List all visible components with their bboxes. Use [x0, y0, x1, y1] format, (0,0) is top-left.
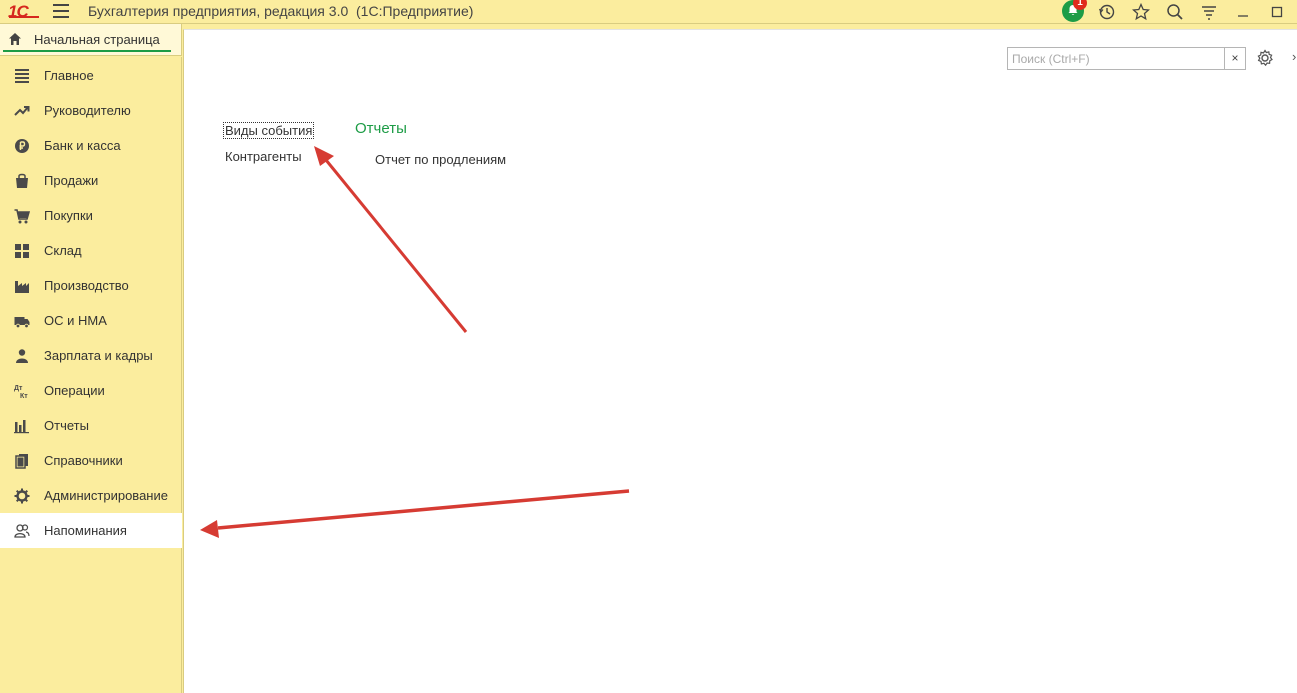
search-icon[interactable] — [1164, 1, 1186, 23]
chevron-right-icon[interactable]: › — [1292, 49, 1296, 64]
sidebar-item-label: Продажи — [44, 173, 99, 188]
sidebar-item-reminders[interactable]: Напоминания — [0, 513, 182, 548]
sidebar-item-label: ОС и НМА — [44, 313, 107, 328]
minimize-icon[interactable] — [1232, 1, 1254, 23]
sidebar-item-warehouse[interactable]: Склад — [0, 233, 182, 268]
sidebar-item-reports[interactable]: Отчеты — [0, 408, 182, 443]
sidebar-item-main[interactable]: Главное — [0, 58, 182, 93]
sidebar-item-operations[interactable]: Дт Кт Операции — [0, 373, 182, 408]
dt-kt-icon: ДтКт — [14, 385, 28, 399]
sidebar-item-sales[interactable]: Продажи — [0, 163, 182, 198]
title-bar: 1С Бухгалтерия предприятия, редакция 3.0… — [0, 0, 1297, 24]
sidebar-item-purchases[interactable]: Покупки — [0, 198, 182, 233]
sidebar-item-label: Покупки — [44, 208, 93, 223]
sidebar-item-production[interactable]: Производство — [0, 268, 182, 303]
sidebar-item-label: Напоминания — [44, 523, 127, 538]
ruble-coin-icon — [15, 139, 29, 153]
warehouse-grid-icon — [15, 244, 29, 258]
svg-text:Кт: Кт — [20, 393, 28, 399]
logo-underline — [9, 16, 39, 18]
sidebar-item-directories[interactable]: Справочники — [0, 443, 182, 478]
sidebar-item-manager[interactable]: Руководителю — [0, 93, 182, 128]
factory-icon — [15, 281, 29, 293]
home-tab-label: Начальная страница — [34, 32, 160, 47]
sidebar-item-label: Банк и касса — [44, 138, 121, 153]
sidebar-item-label: Зарплата и кадры — [44, 348, 153, 363]
trend-icon — [14, 106, 30, 116]
link-event-types[interactable]: Виды события — [222, 122, 315, 139]
sidebar-item-label: Склад — [44, 243, 82, 258]
person-icon — [16, 349, 28, 363]
1c-logo: 1С — [8, 2, 29, 21]
reports-section-title: Отчеты — [355, 120, 407, 137]
books-icon — [15, 454, 28, 469]
link-counterparties[interactable]: Контрагенты — [225, 149, 302, 164]
favorites-star-icon[interactable] — [1130, 1, 1152, 23]
gear-icon — [14, 488, 30, 504]
maximize-icon[interactable] — [1266, 1, 1288, 23]
sidebar-item-label: Руководителю — [44, 103, 131, 118]
sidebar-item-label: Отчеты — [44, 418, 89, 433]
sidebar-item-label: Операции — [44, 383, 105, 398]
settings-gear-icon[interactable] — [1256, 49, 1274, 67]
cart-icon — [14, 209, 30, 224]
menu-lines-icon — [15, 69, 29, 83]
sidebar-item-bank[interactable]: Банк и касса — [0, 128, 182, 163]
history-icon[interactable] — [1096, 1, 1118, 23]
svg-text:Дт: Дт — [14, 385, 23, 392]
sidebar-item-label: Производство — [44, 278, 129, 293]
truck-icon — [14, 317, 30, 329]
people-icon — [14, 524, 30, 538]
app-title: Бухгалтерия предприятия, редакция 3.0 (1… — [88, 3, 474, 19]
link-extensions-report[interactable]: Отчет по продлениям — [375, 152, 506, 167]
sidebar-item-label: Справочники — [44, 453, 123, 468]
home-page-tab[interactable]: Начальная страница — [0, 24, 182, 56]
shopping-bag-icon — [16, 173, 28, 188]
sections-sidebar: Главное Руководителю Банк и касса Продаж… — [0, 57, 182, 693]
main-menu-icon[interactable] — [53, 4, 69, 18]
sidebar-item-administration[interactable]: Администрирование — [0, 478, 182, 513]
sidebar-item-label: Главное — [44, 68, 94, 83]
search-input[interactable] — [1007, 47, 1225, 70]
notification-badge: 1 — [1073, 0, 1087, 10]
home-icon — [9, 33, 21, 45]
bar-chart-icon — [14, 420, 29, 434]
functions-menu-icon[interactable] — [1198, 1, 1220, 23]
clear-search-button[interactable]: × — [1225, 47, 1246, 70]
main-content-area: × › Виды события Контрагенты Отчеты Отче… — [183, 29, 1297, 693]
sidebar-item-label: Администрирование — [44, 488, 168, 503]
sidebar-item-salary[interactable]: Зарплата и кадры — [0, 338, 182, 373]
active-tab-underline — [3, 50, 171, 52]
sidebar-item-fixed-assets[interactable]: ОС и НМА — [0, 303, 182, 338]
